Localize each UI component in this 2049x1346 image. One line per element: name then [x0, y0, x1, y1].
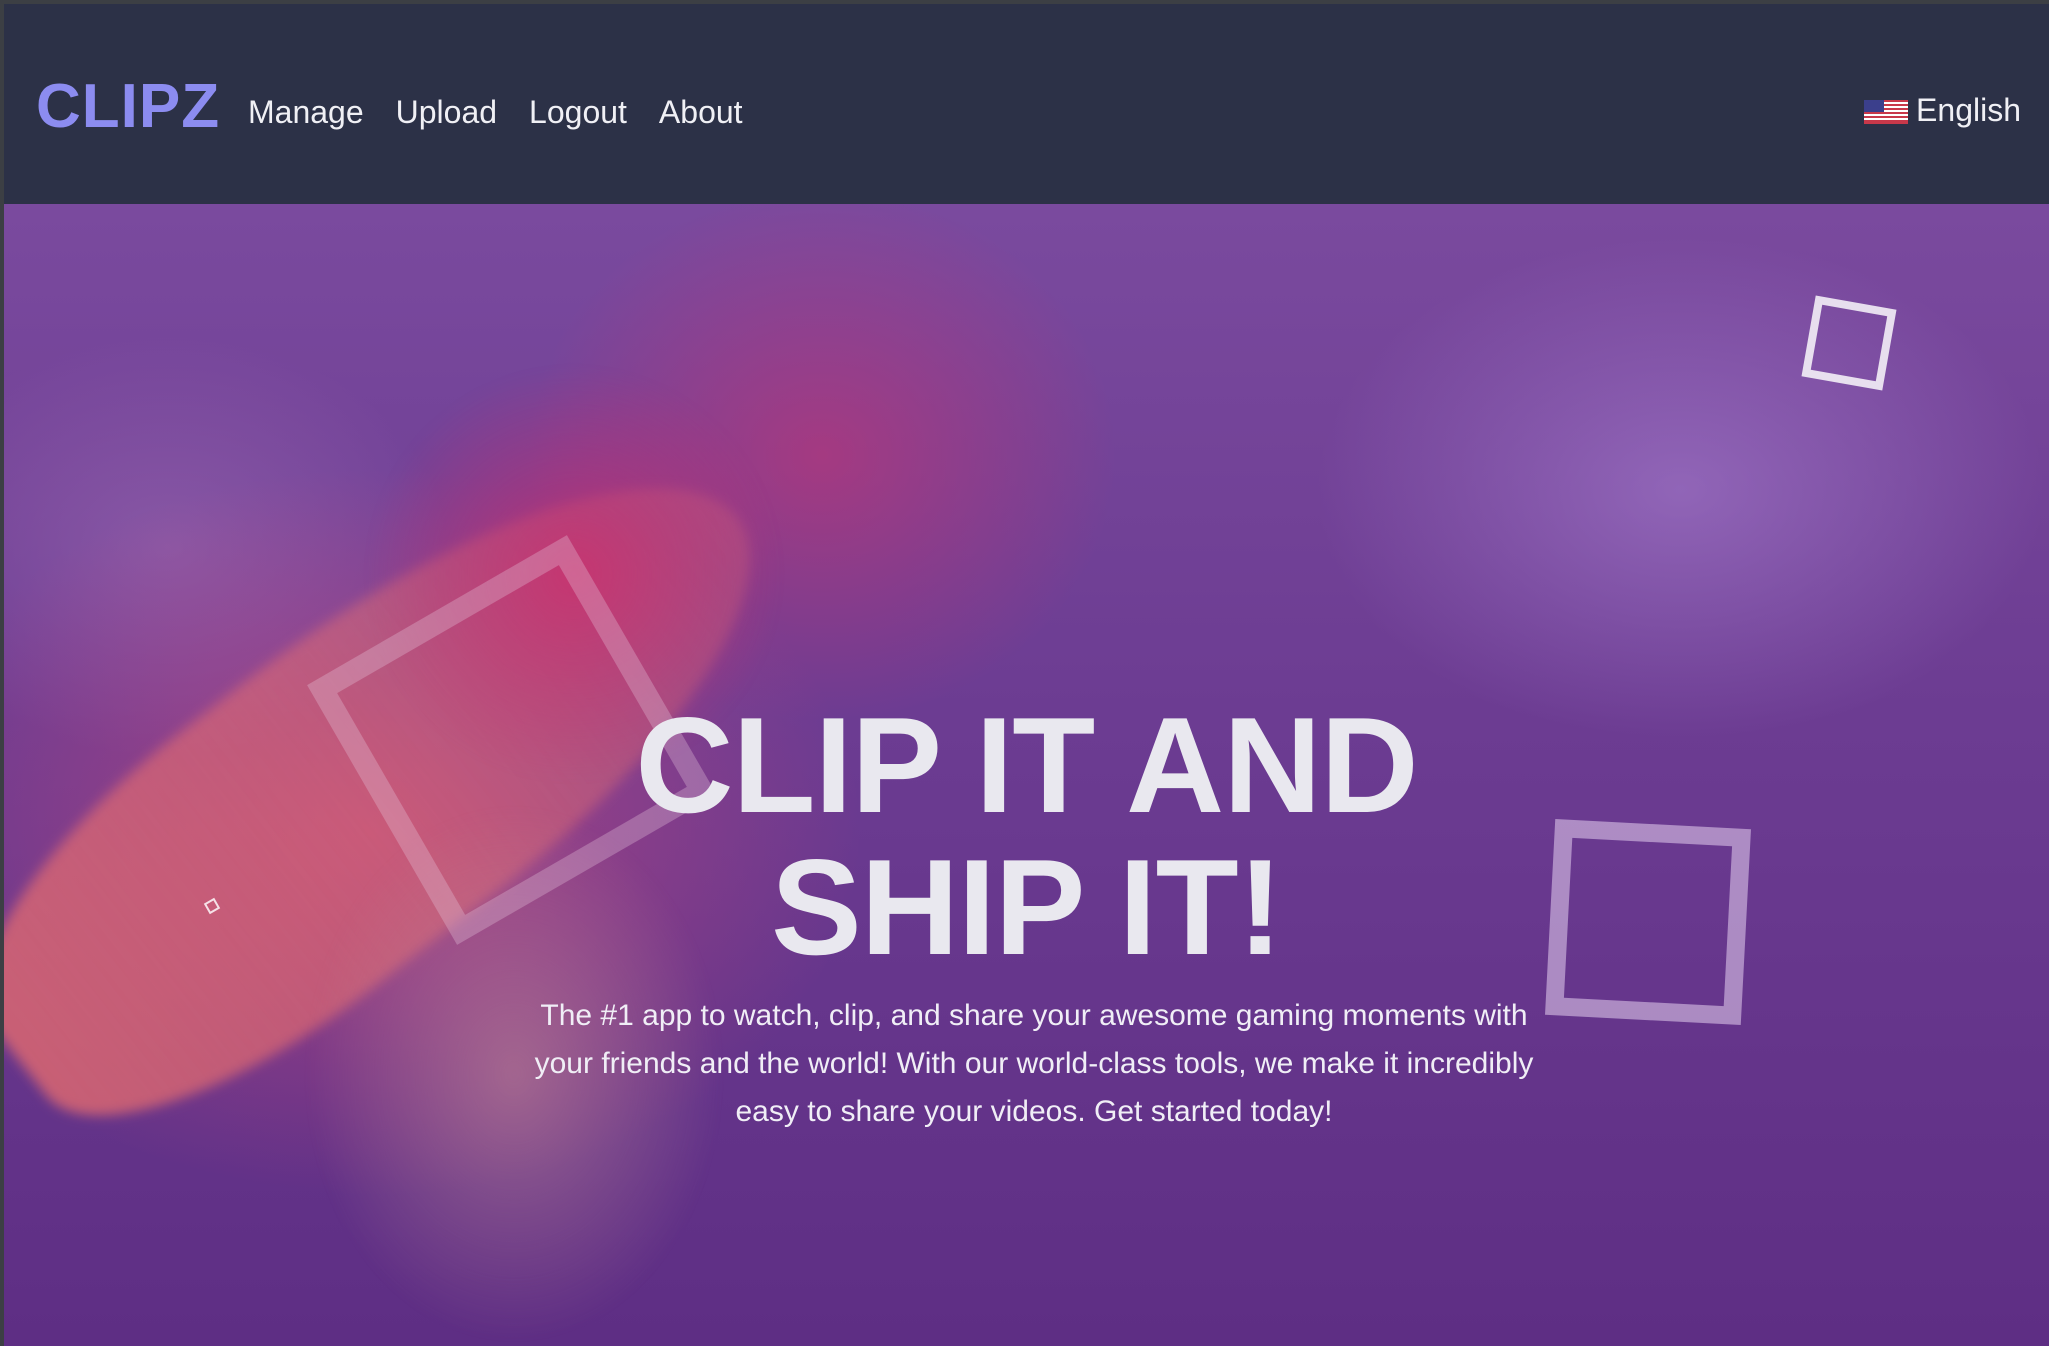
decorative-square-icon [1801, 295, 1897, 391]
hero-tagline: The #1 app to watch, clip, and share you… [534, 999, 1534, 1128]
hero-headline-line1: CLIP IT AND [635, 689, 1418, 841]
top-navbar: CLIPZ Manage Upload Logout About English [4, 4, 2049, 204]
hero-section: CLIP IT AND SHIP IT! The #1 app to watch… [4, 204, 2049, 1346]
hero-headline-line2: SHIP IT! [771, 831, 1283, 983]
main-nav: Manage Upload Logout About [248, 92, 743, 132]
nav-about-link[interactable]: About [659, 92, 743, 132]
language-label: English [1916, 92, 2021, 128]
nav-logout-link[interactable]: Logout [529, 92, 627, 132]
nav-upload-link[interactable]: Upload [396, 92, 497, 132]
logo-home-link[interactable]: CLIPZ [36, 76, 220, 138]
app-window: CLIPZ Manage Upload Logout About English [4, 4, 2049, 1346]
hero-headline: CLIP IT AND SHIP IT! [4, 694, 2049, 978]
us-flag-icon [1864, 100, 1909, 124]
language-selector[interactable]: English [1864, 90, 2021, 130]
nav-manage-link[interactable]: Manage [248, 92, 364, 132]
